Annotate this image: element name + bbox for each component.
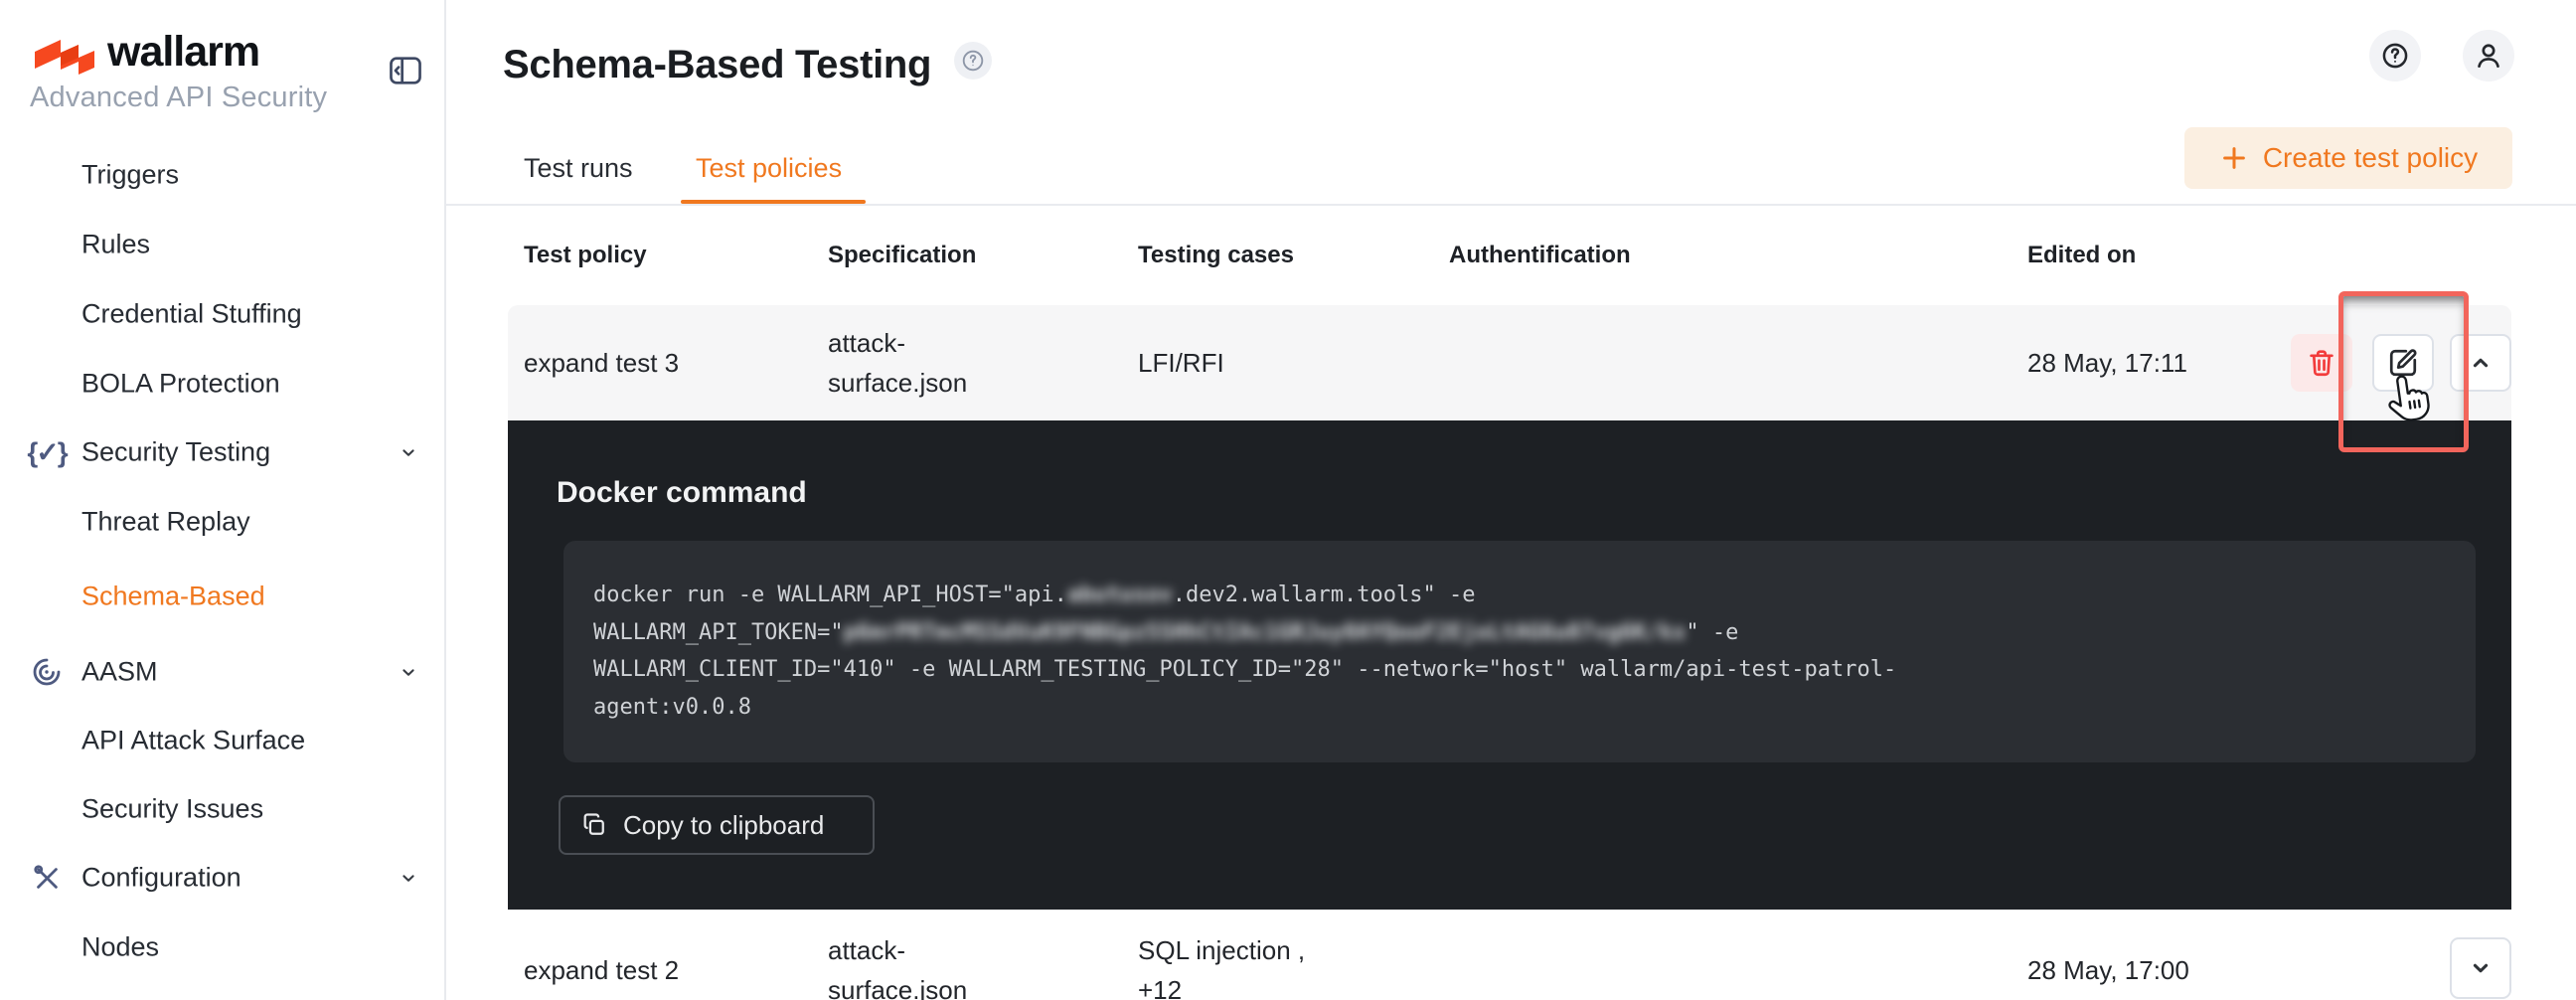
delete-policy-button[interactable] [2291,334,2352,392]
collapse-sidebar-icon [390,56,421,84]
cell-test-policy: expand test 3 [524,348,680,378]
column-header-specification: Specification [828,242,977,268]
sidebar-item-credential-stuffing[interactable]: Credential Stuffing [0,280,444,348]
table-row-expand-test-3[interactable]: expand test 3 attack-surface.json LFI/RF… [508,305,2511,420]
cases-line: +12 [1138,975,1183,1000]
tab-test-runs[interactable]: Test runs [524,153,633,184]
edit-pencil-icon [2389,349,2417,377]
sidebar-item-label: BOLA Protection [81,368,280,399]
trash-icon [2310,350,2334,377]
brand-name: wallarm [107,28,260,76]
sidebar-item-label: Security Testing [81,436,271,467]
spec-line: attack- [828,328,906,358]
sidebar-item-api-attack-surface[interactable]: API Attack Surface [0,707,444,774]
sidebar-item-label: Threat Replay [81,506,250,537]
cell-edited-on: 28 May, 17:11 [2027,348,2187,378]
sidebar: wallarm Advanced API Security Triggers Ru… [0,0,446,1000]
column-header-test-policy: Test policy [524,242,647,268]
sidebar-item-schema-based[interactable]: Schema-Based [0,563,444,630]
edit-policy-button[interactable] [2372,334,2434,392]
chevron-down-icon [402,669,414,676]
table-header-row: Test policy Specification Testing cases … [508,206,2511,305]
person-icon [2478,44,2499,68]
copy-icon [583,813,604,835]
sidebar-item-label: Security Issues [81,793,264,824]
copy-to-clipboard-label: Copy to clipboard [623,809,825,840]
sidebar-item-label: API Attack Surface [81,725,306,755]
sidebar-item-threat-replay[interactable]: Threat Replay [0,488,444,556]
copy-to-clipboard-button[interactable]: Copy to clipboard [559,795,875,855]
column-header-testing-cases: Testing cases [1138,242,1294,268]
sidebar-item-configuration[interactable]: Configuration [0,844,444,912]
spiral-icon [33,658,61,686]
chevron-up-icon [2473,358,2489,368]
sidebar-item-rules[interactable]: Rules [0,211,444,278]
braces-check-icon: {✓} [27,436,68,468]
table-row-expand-test-2[interactable]: expand test 2 attack-surface.json SQL in… [508,910,2511,1000]
sidebar-item-label: Schema-Based [81,581,265,611]
help-button[interactable] [2369,30,2421,82]
page-title: Schema-Based Testing [503,42,932,86]
spec-line: attack- [828,935,906,965]
tab-test-policies[interactable]: Test policies [696,153,842,184]
tools-icon [34,865,58,889]
column-header-edited-on: Edited on [2027,242,2137,268]
wallarm-logo-icon [35,40,94,75]
brand-subtitle: Advanced API Security [30,82,328,113]
expand-row-button[interactable] [2450,937,2511,999]
cell-testing-cases: SQL injection , +12 [1138,930,1305,1000]
collapse-row-button[interactable] [2450,334,2511,392]
column-header-authentification: Authentification [1449,242,1631,268]
cell-specification: attack-surface.json [828,323,967,403]
sidebar-item-label: Triggers [81,159,180,190]
chevron-down-icon [402,449,414,456]
user-account-button[interactable] [2463,30,2514,82]
title-help-button[interactable] [954,42,992,80]
cell-test-policy: expand test 2 [524,955,680,985]
spec-line: surface.json [828,975,968,1000]
sidebar-item-label: Credential Stuffing [81,298,302,329]
chevron-down-icon [402,875,414,882]
sidebar-item-label: Configuration [81,862,242,893]
sidebar-item-label: Nodes [81,931,160,962]
sidebar-item-label: Rules [81,229,151,259]
sidebar-item-label: AASM [81,656,158,687]
cell-testing-cases: LFI/RFI [1138,348,1224,378]
wallarm-app: wallarm Advanced API Security Triggers Ru… [0,0,2576,1000]
create-test-policy-label: Create test policy [2262,142,2479,173]
question-circle-icon [2382,43,2408,69]
chevron-down-icon [2473,963,2489,973]
docker-command-code: docker run -e WALLARM_API_HOST="api.abut… [564,541,2476,762]
sidebar-item-aasm[interactable]: AASM [0,638,444,706]
question-circle-icon [962,50,984,72]
spec-line: surface.json [828,368,968,398]
cases-line: SQL injection , [1138,935,1306,965]
create-test-policy-button[interactable]: Create test policy [2184,127,2512,189]
docker-command-title: Docker command [557,476,807,509]
sidebar-item-triggers[interactable]: Triggers [0,141,444,209]
sidebar-collapse-button[interactable] [384,50,427,93]
sidebar-item-security-issues[interactable]: Security Issues [0,775,444,843]
cell-specification: attack-surface.json [828,930,967,1000]
plus-icon [2222,147,2245,169]
docker-command-panel: Docker command docker run -e WALLARM_API… [508,420,2511,910]
sidebar-item-security-testing[interactable]: {✓} Security Testing [0,418,444,486]
cell-edited-on: 28 May, 17:00 [2027,955,2189,985]
sidebar-item-bola-protection[interactable]: BOLA Protection [0,350,444,417]
sidebar-item-nodes[interactable]: Nodes [0,914,444,981]
